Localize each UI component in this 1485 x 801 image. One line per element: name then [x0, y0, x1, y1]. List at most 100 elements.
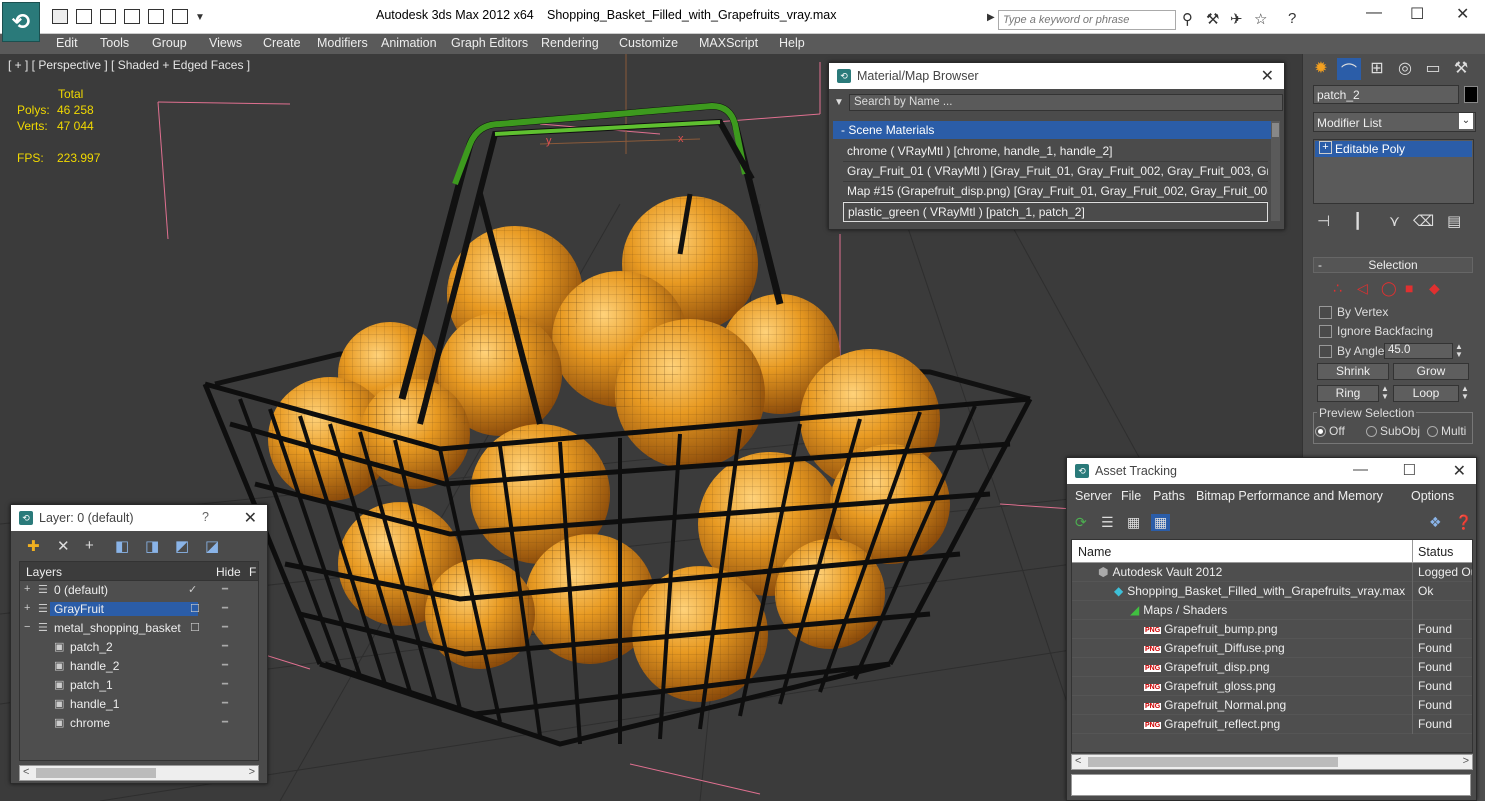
vertex-mode-icon[interactable]: ∴	[1333, 280, 1342, 297]
menu-views[interactable]: Views	[209, 36, 242, 50]
object-row[interactable]: ▣ chrome ━	[20, 714, 258, 733]
grow-button[interactable]: Grow	[1393, 363, 1469, 380]
help-icon[interactable]: ?	[202, 510, 209, 524]
scroll-left-icon[interactable]: <	[1075, 755, 1081, 767]
shrink-button[interactable]: Shrink	[1317, 363, 1389, 380]
loop-spinner-icon[interactable]: ▲ ▼	[1461, 385, 1469, 401]
highlight-layers-icon[interactable]: ◨	[145, 537, 159, 555]
asset-row[interactable]: PNG Grapefruit_reflect.png Found	[1072, 715, 1472, 734]
menu-create[interactable]: Create	[263, 36, 301, 50]
material-row[interactable]: Map #15 (Grapefruit_disp.png) [Gray_Frui…	[843, 182, 1268, 202]
polygon-mode-icon[interactable]: ■	[1405, 280, 1413, 296]
by-angle-checkbox[interactable]: By Angle:	[1319, 344, 1388, 358]
close-icon[interactable]: ✕	[1453, 461, 1466, 481]
asset-row[interactable]: PNG Grapefruit_Normal.png Found	[1072, 696, 1472, 715]
hide-toggle[interactable]: ━	[222, 622, 228, 633]
column-freeze[interactable]: F	[249, 565, 256, 579]
maximize-icon[interactable]: ☐	[1410, 4, 1424, 24]
menu-graph-editors[interactable]: Graph Editors	[451, 36, 528, 50]
menu-file[interactable]: File	[1121, 489, 1141, 503]
layer-row[interactable]: + ☰ GrayFruit ☐ ━	[20, 600, 258, 619]
object-row[interactable]: ▣ handle_1 ━	[20, 695, 258, 714]
options-menu-icon[interactable]: ▼	[834, 97, 844, 108]
column-layers[interactable]: Layers	[26, 565, 62, 579]
object-row[interactable]: ▣ handle_2 ━	[20, 657, 258, 676]
preview-subobj-radio[interactable]: SubObj	[1366, 424, 1420, 438]
menu-paths[interactable]: Paths	[1153, 489, 1185, 503]
asset-row[interactable]: ◆ Shopping_Basket_Filled_with_Grapefruits…	[1072, 582, 1472, 601]
utilities-tab-icon[interactable]: ⚒	[1449, 58, 1473, 80]
menu-options[interactable]: Options	[1411, 489, 1454, 503]
server-help-icon[interactable]: ❖	[1429, 514, 1442, 531]
remove-modifier-icon[interactable]: ⌫	[1413, 212, 1434, 230]
material-browser-titlebar[interactable]: ⟲ Material/Map Browser ✕	[829, 63, 1284, 89]
active-layer-check-icon[interactable]: ✓	[188, 583, 197, 596]
scroll-right-icon[interactable]: >	[1463, 755, 1469, 767]
scene-materials-section[interactable]: - Scene Materials	[833, 121, 1274, 139]
material-row[interactable]: chrome ( VRayMtl ) [chrome, handle_1, ha…	[843, 142, 1268, 162]
hide-toggle[interactable]: ━	[222, 660, 228, 671]
layer-dialog-titlebar[interactable]: ⟲ Layer: 0 (default) ? ✕	[11, 505, 267, 531]
asset-row[interactable]: ◢ Maps / Shaders	[1072, 601, 1472, 620]
loop-button[interactable]: Loop	[1393, 385, 1459, 402]
collapse-icon[interactable]: −	[24, 621, 30, 633]
favorites-star-icon[interactable]: ☆	[1254, 10, 1267, 28]
column-divider[interactable]	[1412, 540, 1413, 563]
hide-toggle[interactable]: ━	[222, 584, 228, 595]
material-row[interactable]: Gray_Fruit_01 ( VRayMtl ) [Gray_Fruit_01…	[843, 162, 1268, 182]
modify-tab-icon[interactable]: ⌒	[1337, 58, 1361, 81]
preview-multi-radio[interactable]: Multi	[1427, 424, 1466, 438]
freeze-all-icon[interactable]: ◪	[205, 537, 219, 555]
active-layer-box-icon[interactable]: ☐	[190, 621, 200, 634]
asset-horizontal-scrollbar[interactable]: < >	[1071, 754, 1473, 770]
modifier-list-dropdown[interactable]: Modifier List ⌄	[1313, 112, 1476, 132]
create-tab-icon[interactable]: ✹	[1309, 58, 1333, 80]
help-icon[interactable]: ❓	[1455, 514, 1472, 531]
communication-icon[interactable]: ✈	[1230, 10, 1243, 28]
ring-spinner-icon[interactable]: ▲ ▼	[1381, 385, 1389, 401]
asset-row[interactable]: PNG Grapefruit_gloss.png Found	[1072, 677, 1472, 696]
angle-value-input[interactable]: 45.0	[1384, 343, 1453, 359]
table-view-icon[interactable]: ▦	[1151, 514, 1171, 531]
close-icon[interactable]: ✕	[1456, 4, 1469, 24]
edge-mode-icon[interactable]: ◁	[1357, 280, 1368, 297]
quick-access-dropdown-icon[interactable]: ▼	[195, 12, 205, 23]
column-status[interactable]: Status	[1418, 545, 1453, 559]
new-layer-icon[interactable]: ✚	[27, 537, 40, 555]
element-mode-icon[interactable]: ◆	[1429, 280, 1440, 297]
app-logo-icon[interactable]: ⟲	[2, 2, 40, 42]
menu-bitmap-performance[interactable]: Bitmap Performance and Memory	[1196, 489, 1383, 503]
display-tab-icon[interactable]: ▭	[1421, 58, 1445, 80]
object-row[interactable]: ▣ patch_2 ━	[20, 638, 258, 657]
asset-tracking-titlebar[interactable]: ⟲ Asset Tracking — ☐ ✕	[1067, 458, 1476, 484]
subscription-icon[interactable]: ⚒	[1206, 10, 1219, 28]
hold-icon[interactable]	[148, 9, 164, 24]
redo-icon[interactable]	[124, 9, 140, 24]
ring-button[interactable]: Ring	[1317, 385, 1379, 402]
close-icon[interactable]: ✕	[244, 508, 257, 528]
hierarchy-tab-icon[interactable]: ⊞	[1365, 58, 1389, 80]
close-icon[interactable]: ✕	[1261, 66, 1274, 86]
layer-row[interactable]: − ☰ metal_shopping_basket ☐ ━	[20, 619, 258, 638]
scroll-left-icon[interactable]: <	[23, 766, 29, 778]
material-search-input[interactable]: Search by Name ...	[849, 94, 1283, 111]
select-objects-icon[interactable]: ◧	[115, 537, 129, 555]
column-hide[interactable]: Hide	[216, 565, 241, 579]
menu-help[interactable]: Help	[779, 36, 805, 50]
menu-animation[interactable]: Animation	[381, 36, 437, 50]
hide-all-icon[interactable]: ◩	[175, 537, 189, 555]
preview-off-radio[interactable]: Off	[1315, 424, 1345, 438]
modifier-stack-item[interactable]: Editable Poly	[1315, 141, 1472, 157]
selection-rollout-header[interactable]: - Selection	[1313, 257, 1473, 273]
minimize-icon[interactable]: —	[1353, 461, 1368, 478]
minimize-icon[interactable]: —	[1366, 4, 1382, 22]
column-name[interactable]: Name	[1078, 545, 1111, 559]
make-unique-icon[interactable]: ⋎	[1389, 212, 1400, 230]
expand-icon[interactable]: +	[24, 583, 30, 595]
layer-horizontal-scrollbar[interactable]: < >	[19, 765, 259, 781]
asset-row[interactable]: ⬢ Autodesk Vault 2012 Logged Ou	[1072, 563, 1472, 582]
add-to-layer-icon[interactable]: +	[85, 537, 94, 554]
material-row[interactable]: plastic_green ( VRayMtl ) [patch_1, patc…	[843, 202, 1268, 222]
hide-toggle[interactable]: ━	[222, 679, 228, 690]
search-input[interactable]: Type a keyword or phrase	[998, 10, 1176, 30]
